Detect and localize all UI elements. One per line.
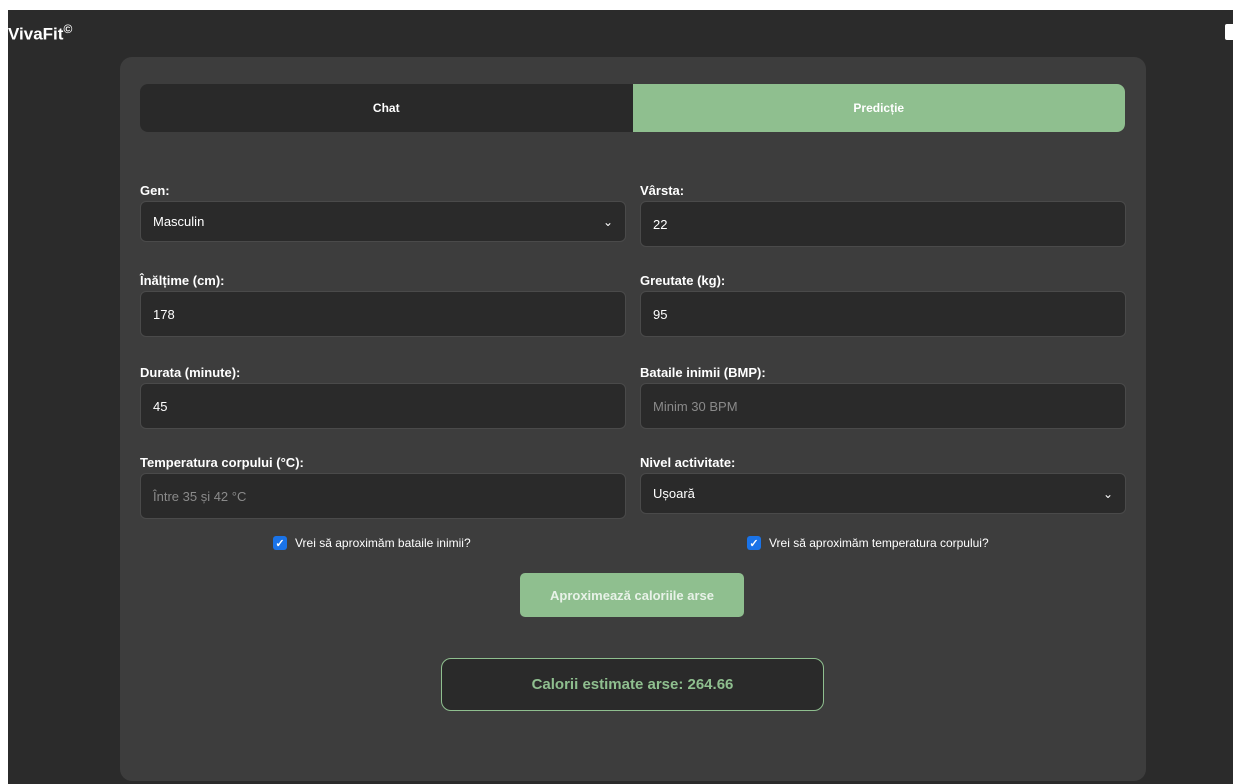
chevron-down-icon: ⌄ — [602, 214, 613, 229]
durata-value: 45 — [153, 398, 168, 414]
copyright-mark: © — [63, 22, 73, 36]
inaltime-field: Înălțime (cm): 178 — [140, 271, 626, 337]
greutate-value: 95 — [653, 306, 668, 322]
estimate-calories-button[interactable]: Aproximează caloriile arse — [520, 573, 744, 617]
bataile-label: Bataile inimii (BMP): — [640, 365, 766, 380]
temperatura-label: Temperatura corpului (°C): — [140, 455, 304, 470]
heart-checkbox-label: Vrei să aproximăm bataile inimii? — [295, 536, 471, 550]
temperatura-input[interactable]: Între 35 și 42 °C — [140, 473, 626, 519]
heart-checkbox[interactable]: ✓ Vrei să aproximăm bataile inimii? — [273, 536, 471, 550]
temperatura-field: Temperatura corpului (°C): Între 35 și 4… — [140, 453, 626, 519]
checkbox-row: ✓ Vrei să aproximăm bataile inimii? ✓ Vr… — [120, 536, 1146, 554]
brand-name: VivaFit — [8, 24, 64, 44]
gen-field: Gen: Masculin ⌄ — [140, 181, 626, 242]
varsta-value: 22 — [653, 216, 668, 232]
inaltime-input[interactable]: 178 — [140, 291, 626, 337]
bataile-input[interactable]: Minim 30 BPM — [640, 383, 1126, 429]
result-box: Calorii estimate arse: 264.66 — [441, 658, 824, 711]
tab-bar: Chat Predicție — [140, 84, 1125, 132]
panel-toggle-icon[interactable] — [1225, 24, 1233, 40]
brand-logo: VivaFit© — [8, 22, 72, 45]
durata-input[interactable]: 45 — [140, 383, 626, 429]
gen-label: Gen: — [140, 183, 170, 198]
varsta-input[interactable]: 22 — [640, 201, 1126, 247]
greutate-label: Greutate (kg): — [640, 273, 726, 288]
varsta-field: Vârsta: 22 — [640, 181, 1126, 247]
inaltime-label: Înălțime (cm): — [140, 273, 225, 288]
durata-label: Durata (minute): — [140, 365, 241, 380]
inaltime-value: 178 — [153, 306, 175, 322]
app-window: VivaFit© Chat Predicție Gen: Masculin ⌄ … — [8, 10, 1233, 784]
bataile-field: Bataile inimii (BMP): Minim 30 BPM — [640, 363, 1126, 429]
checkbox-checked-icon[interactable]: ✓ — [273, 536, 287, 550]
nivel-field: Nivel activitate: Ușoară ⌄ — [640, 453, 1126, 514]
tab-chat[interactable]: Chat — [140, 84, 633, 132]
chevron-down-icon: ⌄ — [1102, 486, 1113, 501]
checkbox-checked-icon[interactable]: ✓ — [747, 536, 761, 550]
durata-field: Durata (minute): 45 — [140, 363, 626, 429]
temp-checkbox[interactable]: ✓ Vrei să aproximăm temperatura corpului… — [747, 536, 989, 550]
main-card: Chat Predicție Gen: Masculin ⌄ Vârsta: 2… — [120, 57, 1146, 781]
nivel-label: Nivel activitate: — [640, 455, 736, 470]
greutate-input[interactable]: 95 — [640, 291, 1126, 337]
temperatura-placeholder: Între 35 și 42 °C — [153, 488, 247, 504]
tab-predictie[interactable]: Predicție — [632, 84, 1125, 132]
varsta-label: Vârsta: — [640, 183, 685, 198]
bataile-placeholder: Minim 30 BPM — [653, 398, 738, 414]
nivel-select[interactable]: Ușoară ⌄ — [640, 473, 1126, 514]
temp-checkbox-label: Vrei să aproximăm temperatura corpului? — [769, 536, 989, 550]
gen-value: Masculin — [153, 214, 205, 229]
nivel-value: Ușoară — [653, 486, 695, 501]
greutate-field: Greutate (kg): 95 — [640, 271, 1126, 337]
gen-select[interactable]: Masculin ⌄ — [140, 201, 626, 242]
